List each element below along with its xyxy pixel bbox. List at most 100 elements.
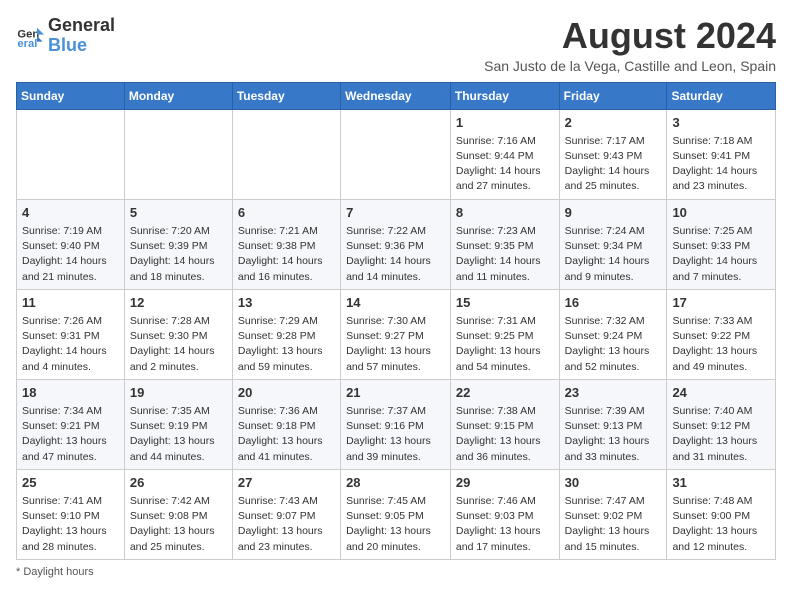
day-number: 25	[22, 474, 119, 492]
day-number: 19	[130, 384, 227, 402]
day-cell: 13 Sunrise: 7:29 AMSunset: 9:28 PMDayligh…	[232, 289, 340, 379]
day-number: 14	[346, 294, 445, 312]
logo-text-line2: Blue	[48, 36, 115, 56]
day-cell: 31 Sunrise: 7:48 AMSunset: 9:00 PMDayligh…	[667, 469, 776, 559]
day-cell: 22Sunrise: 7:38 AMSunset: 9:15 PMDayligh…	[450, 379, 559, 469]
day-number: 24	[672, 384, 770, 402]
day-cell: 6 Sunrise: 7:21 AMSunset: 9:38 PMDaylight…	[232, 199, 340, 289]
day-cell	[17, 109, 125, 199]
day-info: Sunrise: 7:36 AMSunset: 9:18 PMDaylight:…	[238, 404, 335, 465]
day-info: Sunrise: 7:28 AMSunset: 9:30 PMDaylight:…	[130, 314, 227, 375]
day-cell: 23 Sunrise: 7:39 AMSunset: 9:13 PMDayligh…	[559, 379, 667, 469]
day-info: Sunrise: 7:42 AMSunset: 9:08 PMDaylight:…	[130, 494, 227, 555]
title-area: August 2024 San Justo de la Vega, Castil…	[484, 16, 776, 74]
day-info: Sunrise: 7:34 AMSunset: 9:21 PMDaylight:…	[22, 404, 119, 465]
day-info: Sunrise: 7:35 AMSunset: 9:19 PMDaylight:…	[130, 404, 227, 465]
day-cell: 16 Sunrise: 7:32 AMSunset: 9:24 PMDayligh…	[559, 289, 667, 379]
day-info: Sunrise: 7:24 AMSunset: 9:34 PMDaylight:…	[565, 224, 662, 285]
day-info: Sunrise: 7:23 AMSunset: 9:35 PMDaylight:…	[456, 224, 554, 285]
day-cell	[232, 109, 340, 199]
day-cell: 7Sunrise: 7:22 AMSunset: 9:36 PMDaylight…	[341, 199, 451, 289]
day-cell: 26 Sunrise: 7:42 AMSunset: 9:08 PMDayligh…	[124, 469, 232, 559]
day-info: Sunrise: 7:20 AMSunset: 9:39 PMDaylight:…	[130, 224, 227, 285]
day-info: Sunrise: 7:48 AMSunset: 9:00 PMDaylight:…	[672, 494, 770, 555]
weekday-header-thursday: Thursday	[450, 82, 559, 109]
logo: Gen eral General Blue	[16, 16, 115, 56]
weekday-header-row: SundayMondayTuesdayWednesdayThursdayFrid…	[17, 82, 776, 109]
day-cell: 21Sunrise: 7:37 AMSunset: 9:16 PMDayligh…	[341, 379, 451, 469]
day-cell: 24Sunrise: 7:40 AMSunset: 9:12 PMDayligh…	[667, 379, 776, 469]
day-cell: 3 Sunrise: 7:18 AMSunset: 9:41 PMDaylight…	[667, 109, 776, 199]
day-cell: 29 Sunrise: 7:46 AMSunset: 9:03 PMDayligh…	[450, 469, 559, 559]
day-cell: 8Sunrise: 7:23 AMSunset: 9:35 PMDaylight…	[450, 199, 559, 289]
day-cell	[124, 109, 232, 199]
weekday-header-tuesday: Tuesday	[232, 82, 340, 109]
day-number: 23	[565, 384, 662, 402]
day-number: 10	[672, 204, 770, 222]
logo-icon: Gen eral	[16, 22, 44, 50]
daylight-label: Daylight hours	[23, 566, 93, 578]
day-cell: 10Sunrise: 7:25 AMSunset: 9:33 PMDayligh…	[667, 199, 776, 289]
day-cell: 15 Sunrise: 7:31 AMSunset: 9:25 PMDayligh…	[450, 289, 559, 379]
day-number: 28	[346, 474, 445, 492]
week-row-5: 25 Sunrise: 7:41 AMSunset: 9:10 PMDayligh…	[17, 469, 776, 559]
day-number: 5	[130, 204, 227, 222]
day-cell: 11 Sunrise: 7:26 AMSunset: 9:31 PMDayligh…	[17, 289, 125, 379]
day-number: 26	[130, 474, 227, 492]
day-info: Sunrise: 7:41 AMSunset: 9:10 PMDaylight:…	[22, 494, 119, 555]
day-number: 17	[672, 294, 770, 312]
day-info: Sunrise: 7:43 AMSunset: 9:07 PMDaylight:…	[238, 494, 335, 555]
day-info: Sunrise: 7:31 AMSunset: 9:25 PMDaylight:…	[456, 314, 554, 375]
day-cell: 30Sunrise: 7:47 AMSunset: 9:02 PMDayligh…	[559, 469, 667, 559]
day-cell: 5 Sunrise: 7:20 AMSunset: 9:39 PMDaylight…	[124, 199, 232, 289]
day-number: 3	[672, 114, 770, 132]
week-row-4: 18Sunrise: 7:34 AMSunset: 9:21 PMDayligh…	[17, 379, 776, 469]
day-info: Sunrise: 7:37 AMSunset: 9:16 PMDaylight:…	[346, 404, 445, 465]
week-row-3: 11 Sunrise: 7:26 AMSunset: 9:31 PMDayligh…	[17, 289, 776, 379]
day-number: 16	[565, 294, 662, 312]
day-number: 29	[456, 474, 554, 492]
day-number: 9	[565, 204, 662, 222]
day-cell: 28 Sunrise: 7:45 AMSunset: 9:05 PMDayligh…	[341, 469, 451, 559]
day-cell	[341, 109, 451, 199]
day-cell: 9 Sunrise: 7:24 AMSunset: 9:34 PMDaylight…	[559, 199, 667, 289]
day-number: 2	[565, 114, 662, 132]
day-number: 6	[238, 204, 335, 222]
day-number: 1	[456, 114, 554, 132]
day-number: 31	[672, 474, 770, 492]
day-info: Sunrise: 7:38 AMSunset: 9:15 PMDaylight:…	[456, 404, 554, 465]
header: Gen eral General Blue August 2024 San Ju…	[16, 16, 776, 74]
day-info: Sunrise: 7:32 AMSunset: 9:24 PMDaylight:…	[565, 314, 662, 375]
day-cell: 14 Sunrise: 7:30 AMSunset: 9:27 PMDayligh…	[341, 289, 451, 379]
day-number: 27	[238, 474, 335, 492]
day-info: Sunrise: 7:33 AMSunset: 9:22 PMDaylight:…	[672, 314, 770, 375]
day-cell: 19 Sunrise: 7:35 AMSunset: 9:19 PMDayligh…	[124, 379, 232, 469]
day-info: Sunrise: 7:26 AMSunset: 9:31 PMDaylight:…	[22, 314, 119, 375]
day-cell: 27 Sunrise: 7:43 AMSunset: 9:07 PMDayligh…	[232, 469, 340, 559]
day-info: Sunrise: 7:21 AMSunset: 9:38 PMDaylight:…	[238, 224, 335, 285]
weekday-header-sunday: Sunday	[17, 82, 125, 109]
day-number: 20	[238, 384, 335, 402]
day-cell: 17 Sunrise: 7:33 AMSunset: 9:22 PMDayligh…	[667, 289, 776, 379]
day-info: Sunrise: 7:45 AMSunset: 9:05 PMDaylight:…	[346, 494, 445, 555]
week-row-2: 4Sunrise: 7:19 AMSunset: 9:40 PMDaylight…	[17, 199, 776, 289]
day-cell: 2 Sunrise: 7:17 AMSunset: 9:43 PMDaylight…	[559, 109, 667, 199]
weekday-header-friday: Friday	[559, 82, 667, 109]
day-number: 15	[456, 294, 554, 312]
day-info: Sunrise: 7:18 AMSunset: 9:41 PMDaylight:…	[672, 134, 770, 195]
day-number: 13	[238, 294, 335, 312]
weekday-header-wednesday: Wednesday	[341, 82, 451, 109]
day-cell: 25 Sunrise: 7:41 AMSunset: 9:10 PMDayligh…	[17, 469, 125, 559]
day-info: Sunrise: 7:47 AMSunset: 9:02 PMDaylight:…	[565, 494, 662, 555]
day-info: Sunrise: 7:30 AMSunset: 9:27 PMDaylight:…	[346, 314, 445, 375]
day-info: Sunrise: 7:16 AMSunset: 9:44 PMDaylight:…	[456, 134, 554, 195]
day-info: Sunrise: 7:19 AMSunset: 9:40 PMDaylight:…	[22, 224, 119, 285]
day-cell: 12Sunrise: 7:28 AMSunset: 9:30 PMDayligh…	[124, 289, 232, 379]
day-info: Sunrise: 7:29 AMSunset: 9:28 PMDaylight:…	[238, 314, 335, 375]
day-info: Sunrise: 7:46 AMSunset: 9:03 PMDaylight:…	[456, 494, 554, 555]
day-number: 7	[346, 204, 445, 222]
day-info: Sunrise: 7:17 AMSunset: 9:43 PMDaylight:…	[565, 134, 662, 195]
day-number: 11	[22, 294, 119, 312]
logo-text-line1: General	[48, 16, 115, 36]
day-info: Sunrise: 7:39 AMSunset: 9:13 PMDaylight:…	[565, 404, 662, 465]
